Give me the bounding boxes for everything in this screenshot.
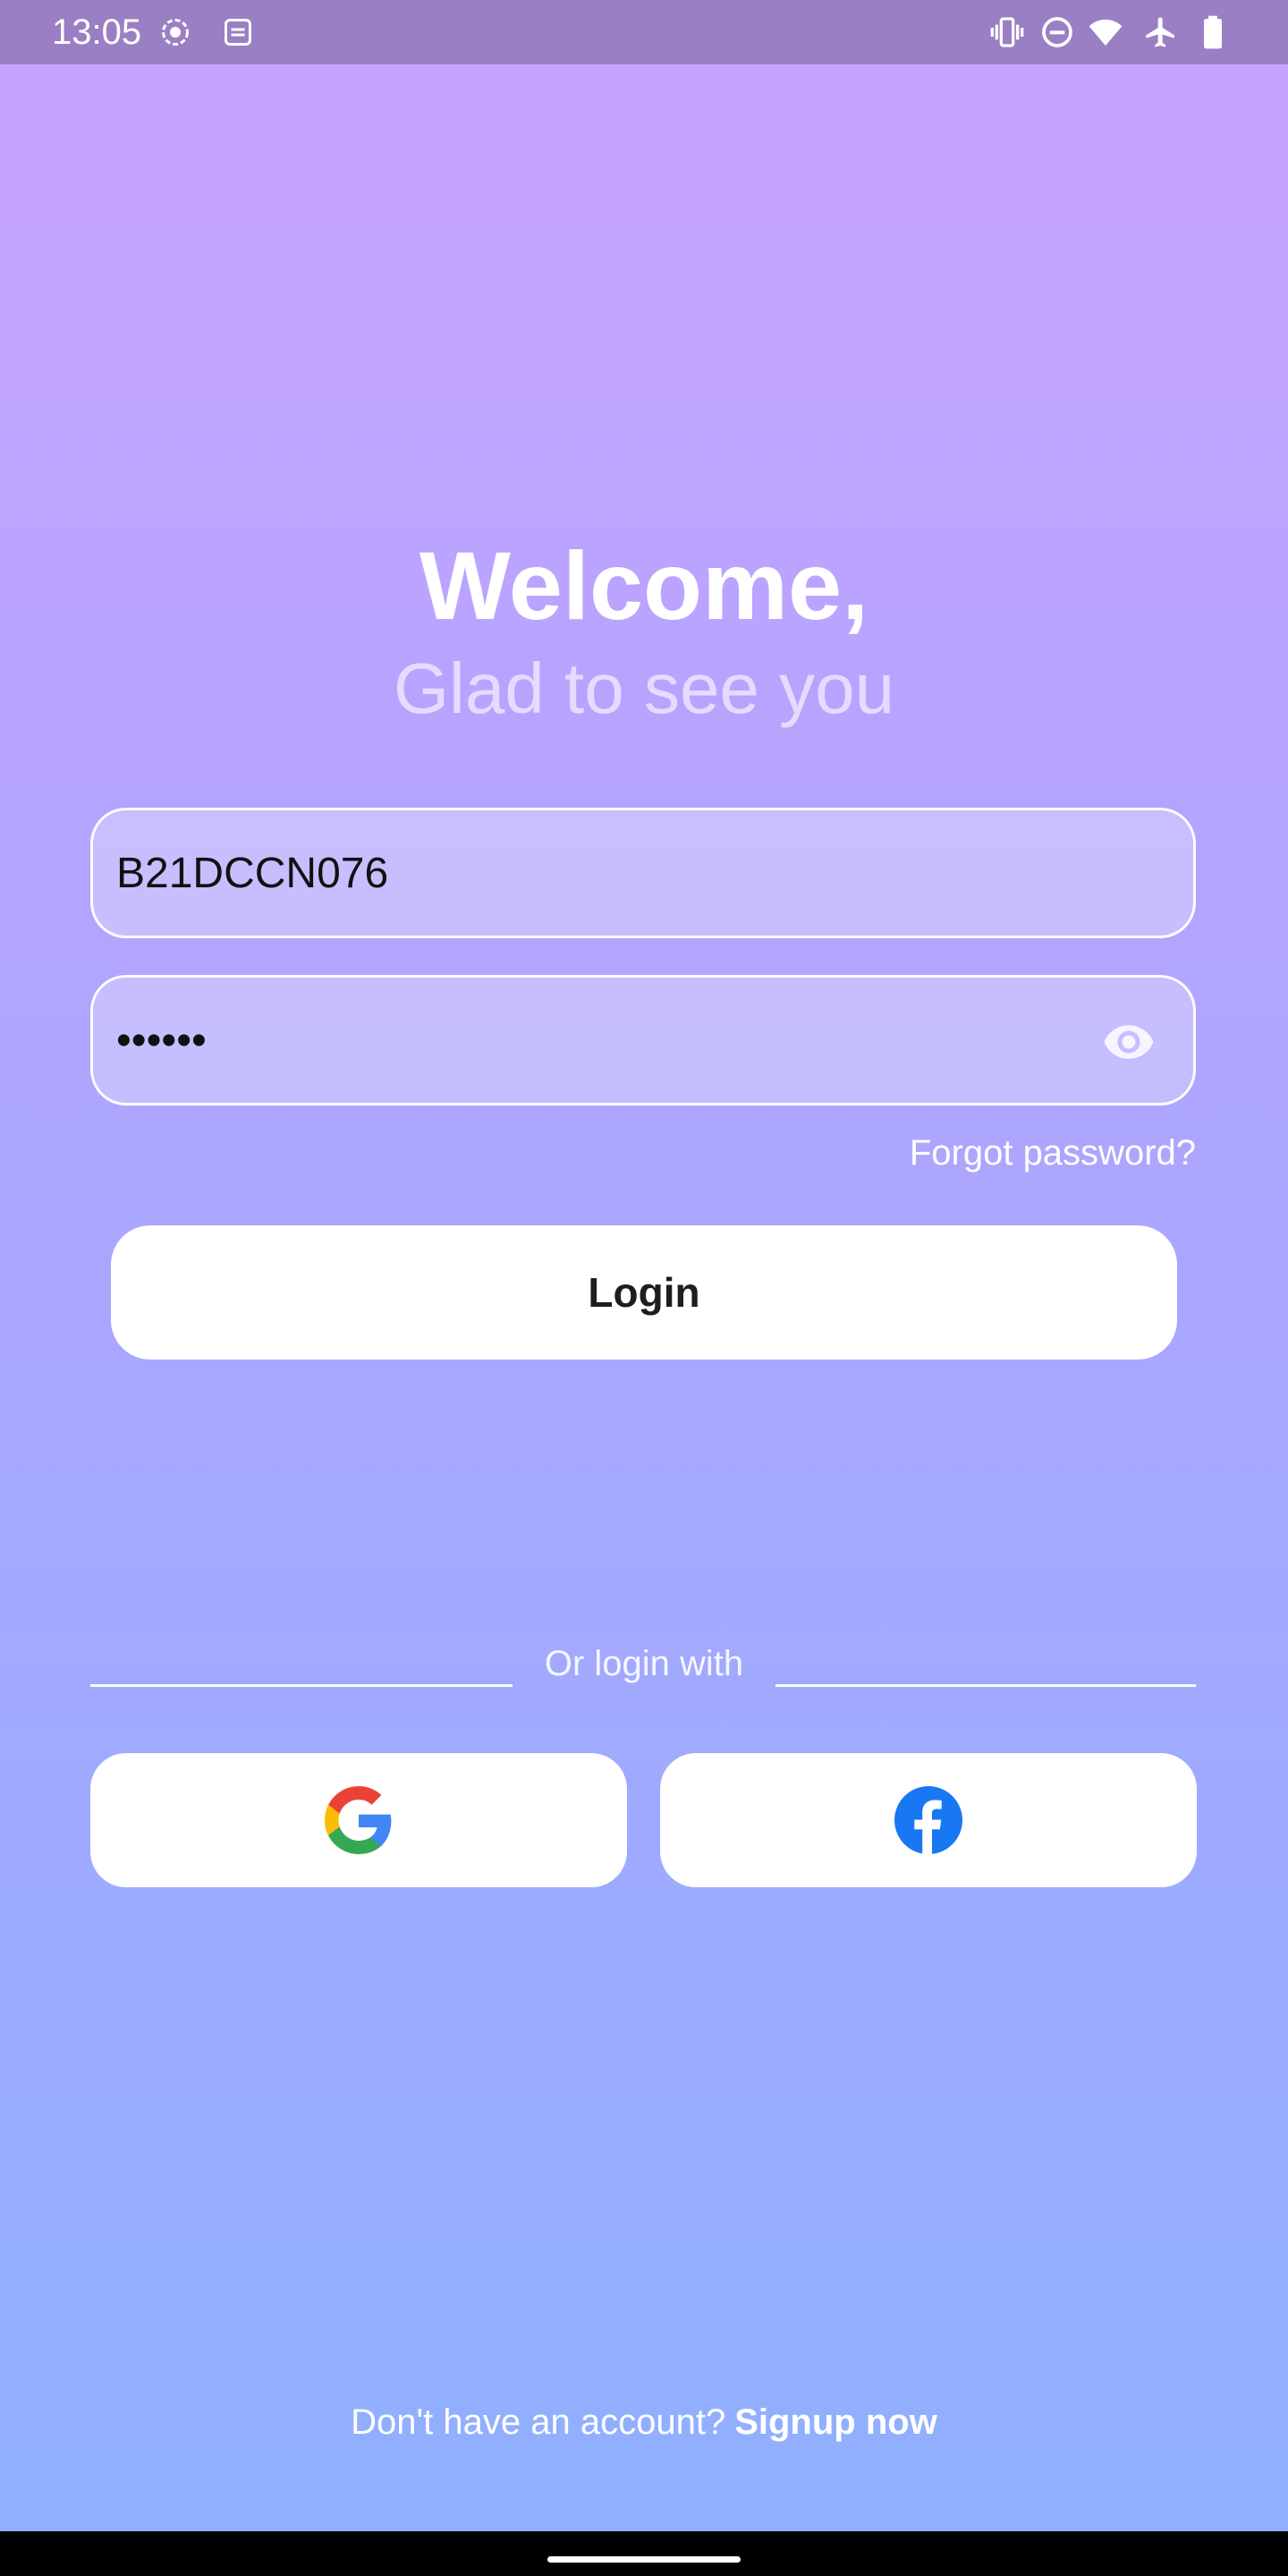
vibrate-icon [990, 17, 1024, 47]
battery-icon [1204, 15, 1222, 49]
divider-text: Or login with [544, 1644, 744, 1683]
wifi-icon [1089, 19, 1123, 46]
show-password-icon[interactable] [1098, 1015, 1159, 1069]
screen-record-icon [162, 19, 189, 46]
status-time: 13:05 [52, 13, 142, 52]
username-input[interactable] [116, 810, 1082, 936]
welcome-subtitle: Glad to see you [393, 648, 895, 728]
login-button[interactable]: Login [111, 1225, 1177, 1360]
app-notification-icon [225, 19, 251, 46]
google-login-button[interactable] [90, 1753, 627, 1887]
divider-line-right [775, 1684, 1196, 1687]
signup-prompt: Don't have an account? [351, 2402, 726, 2442]
do-not-disturb-icon [1042, 17, 1072, 47]
divider-line-left [90, 1684, 513, 1687]
status-bar: 13:05 [0, 0, 1288, 64]
password-field[interactable] [90, 975, 1196, 1106]
forgot-password-link[interactable]: Forgot password? [910, 1129, 1196, 1177]
airplane-mode-icon [1146, 17, 1174, 47]
signup-row: Don't have an account? Signup now [0, 2397, 1288, 2447]
facebook-login-button[interactable] [660, 1753, 1197, 1887]
password-input[interactable] [116, 978, 1082, 1103]
navigation-bar [0, 2531, 1288, 2576]
google-icon [325, 1786, 392, 1854]
welcome-title: Welcome, [419, 531, 869, 640]
facebook-icon [894, 1786, 962, 1854]
signup-link[interactable]: Signup now [734, 2402, 937, 2442]
username-field[interactable] [90, 808, 1196, 938]
home-gesture-handle[interactable] [547, 2556, 741, 2563]
